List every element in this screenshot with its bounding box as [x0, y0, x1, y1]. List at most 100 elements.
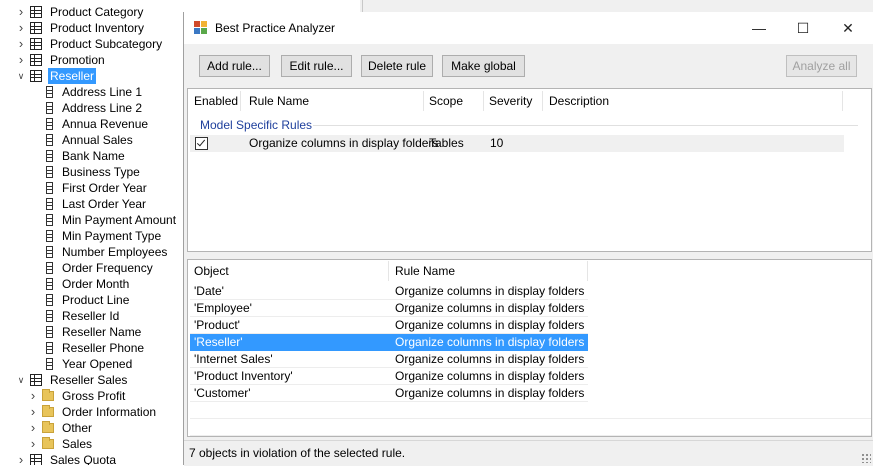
tree-item[interactable]: ∨ Reseller	[0, 68, 183, 84]
tree-item[interactable]: ∨ Reseller Sales	[0, 372, 183, 388]
tree-item[interactable]: › Order Information	[0, 404, 183, 420]
chevron-right-icon[interactable]: ›	[28, 420, 38, 436]
header-divider[interactable]	[483, 91, 484, 111]
object-row[interactable]: 'Product Inventory' Organize columns in d…	[190, 368, 588, 385]
rules-list[interactable]: Enabled Rule Name Scope Severity Descrip…	[187, 88, 872, 252]
tree-item[interactable]: Reseller Id	[0, 308, 183, 324]
header-divider[interactable]	[240, 91, 241, 111]
tree-item[interactable]: › Product Category	[0, 4, 183, 20]
tree-item[interactable]: Last Order Year	[0, 196, 183, 212]
tree-item[interactable]: Order Frequency	[0, 260, 183, 276]
object-row[interactable]: 'Employee' Organize columns in display fo…	[190, 300, 588, 317]
header-description[interactable]: Description	[549, 89, 609, 113]
chevron-right-icon[interactable]: ›	[16, 52, 26, 68]
header-enabled[interactable]: Enabled	[194, 89, 238, 113]
edit-rule-button[interactable]: Edit rule...	[281, 55, 352, 77]
chevron-right-icon[interactable]: ›	[16, 20, 26, 36]
tree-item-label: Last Order Year	[62, 197, 147, 211]
tree-item[interactable]: Number Employees	[0, 244, 183, 260]
object-row[interactable]: 'Date' Organize columns in display folder…	[190, 283, 588, 300]
column-icon	[46, 118, 53, 130]
pane-splitter[interactable]	[184, 252, 873, 259]
object-cell: 'Product'	[194, 318, 240, 332]
tree-item[interactable]: Reseller Name	[0, 324, 183, 340]
chevron-right-icon[interactable]: ›	[16, 36, 26, 52]
background-panel	[360, 0, 873, 12]
tree-item[interactable]: Address Line 2	[0, 100, 183, 116]
column-icon	[46, 326, 53, 338]
object-row[interactable]: 'Customer' Organize columns in display fo…	[190, 385, 588, 402]
tree-item-label: Product Subcategory	[50, 37, 163, 51]
object-rule-cell: Organize columns in display folders	[395, 284, 585, 298]
resize-grip[interactable]	[861, 453, 871, 463]
tree-item[interactable]: Bank Name	[0, 148, 183, 164]
tree-item[interactable]: › Sales	[0, 436, 183, 452]
maximize-button[interactable]: ☐	[780, 12, 826, 44]
delete-rule-button[interactable]: Delete rule	[361, 55, 433, 77]
tree-item[interactable]: › Product Subcategory	[0, 36, 183, 52]
object-row[interactable]: 'Internet Sales' Organize columns in disp…	[190, 351, 588, 368]
table-icon	[30, 22, 42, 34]
make-global-button[interactable]: Make global	[442, 55, 525, 77]
column-icon	[46, 134, 53, 146]
tree-item[interactable]: › Product Inventory	[0, 20, 183, 36]
object-row[interactable]: 'Product' Organize columns in display fol…	[190, 317, 588, 334]
header-divider[interactable]	[388, 261, 389, 281]
best-practice-analyzer-dialog: Best Practice Analyzer — ☐ ✕ Add rule...…	[183, 12, 873, 466]
tree-item[interactable]: Annual Sales	[0, 132, 183, 148]
tree-item[interactable]: Year Opened	[0, 356, 183, 372]
empty-row	[190, 419, 871, 436]
analyze-all-button[interactable]: Analyze all	[786, 55, 857, 77]
table-icon	[30, 6, 42, 18]
chevron-right-icon[interactable]: ›	[16, 4, 26, 20]
tree-item-label: Bank Name	[62, 149, 125, 163]
chevron-down-icon[interactable]: ∨	[16, 68, 26, 84]
chevron-right-icon[interactable]: ›	[16, 452, 26, 465]
header-divider[interactable]	[842, 91, 843, 111]
header-divider[interactable]	[423, 91, 424, 111]
header-divider[interactable]	[542, 91, 543, 111]
object-rule-cell: Organize columns in display folders	[395, 318, 585, 332]
header-rule-name[interactable]: Rule Name	[249, 89, 309, 113]
tree-item[interactable]: › Other	[0, 420, 183, 436]
tree-item-label: Min Payment Type	[62, 229, 162, 243]
add-rule-button[interactable]: Add rule...	[199, 55, 270, 77]
tree-item[interactable]: Address Line 1	[0, 84, 183, 100]
rule-row[interactable]: Organize columns in display folders Tabl…	[190, 135, 844, 152]
tree-item-label: Order Month	[62, 277, 130, 291]
title-bar[interactable]: Best Practice Analyzer — ☐ ✕	[184, 12, 873, 44]
column-icon	[46, 214, 53, 226]
tree-item[interactable]: › Sales Quota	[0, 452, 183, 465]
tree-item[interactable]: Min Payment Type	[0, 228, 183, 244]
tree-item[interactable]: › Promotion	[0, 52, 183, 68]
header-object-rule-name[interactable]: Rule Name	[395, 260, 455, 282]
tree-item[interactable]: Annua Revenue	[0, 116, 183, 132]
object-row[interactable]: 'Reseller' Organize columns in display fo…	[190, 334, 588, 351]
header-object[interactable]: Object	[194, 260, 229, 282]
object-rule-cell: Organize columns in display folders	[395, 352, 585, 366]
tree-item[interactable]: Product Line	[0, 292, 183, 308]
header-scope[interactable]: Scope	[429, 89, 463, 113]
tree-item[interactable]: First Order Year	[0, 180, 183, 196]
objects-list[interactable]: Object Rule Name 'Date' Organize columns …	[187, 259, 872, 437]
header-divider[interactable]	[587, 261, 588, 281]
chevron-right-icon[interactable]: ›	[28, 436, 38, 452]
tree-item[interactable]: Min Payment Amount	[0, 212, 183, 228]
close-button[interactable]: ✕	[825, 12, 871, 44]
tree-item-label: Address Line 2	[62, 101, 143, 115]
rule-enabled-checkbox[interactable]	[195, 137, 208, 150]
object-cell: 'Internet Sales'	[194, 352, 273, 366]
column-icon	[46, 166, 53, 178]
model-tree[interactable]: › Product Category › Product Inventory › Prod…	[0, 0, 183, 465]
chevron-right-icon[interactable]: ›	[28, 388, 38, 404]
chevron-down-icon[interactable]: ∨	[16, 372, 26, 388]
header-severity[interactable]: Severity	[489, 89, 532, 113]
column-icon	[46, 102, 53, 114]
minimize-button[interactable]: —	[736, 12, 782, 44]
tree-item[interactable]: Order Month	[0, 276, 183, 292]
tree-item-label: Sales Quota	[50, 453, 117, 465]
chevron-right-icon[interactable]: ›	[28, 404, 38, 420]
tree-item[interactable]: › Gross Profit	[0, 388, 183, 404]
tree-item[interactable]: Reseller Phone	[0, 340, 183, 356]
tree-item[interactable]: Business Type	[0, 164, 183, 180]
